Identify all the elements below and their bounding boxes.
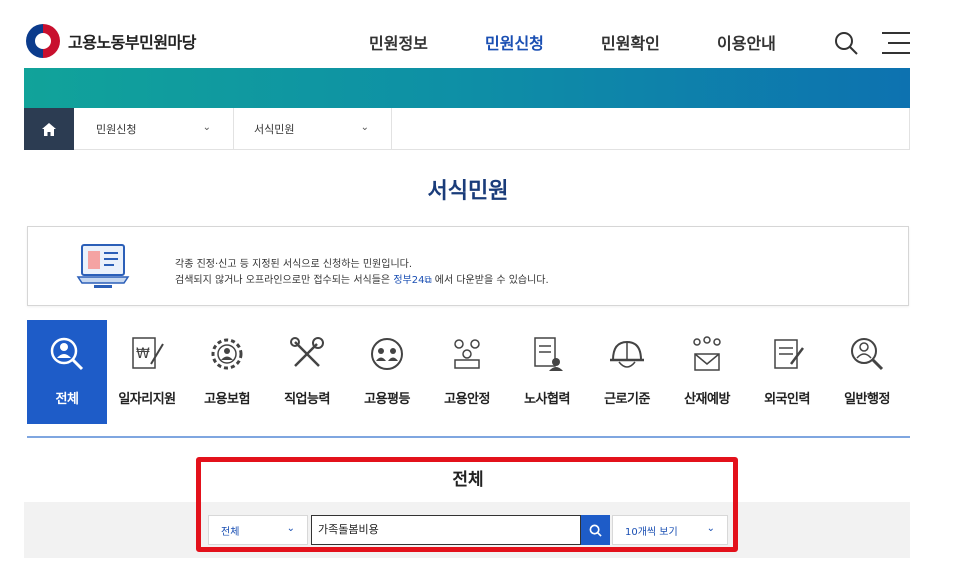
hamburger-menu-icon[interactable] xyxy=(882,30,910,56)
breadcrumb-item-form[interactable]: 서식민원 ⌄ xyxy=(234,108,392,150)
helmet-icon xyxy=(610,340,644,368)
category-stability[interactable]: 고용안정 xyxy=(427,320,507,424)
category-labor-standards[interactable]: 근로기준 xyxy=(587,320,667,424)
home-icon xyxy=(42,122,56,136)
won-document-icon: ₩ xyxy=(132,337,164,369)
category-divider xyxy=(27,436,910,438)
site-header: 고용노동부민원마당 민원정보 민원신청 민원확인 이용안내 xyxy=(0,0,953,68)
document-person-icon xyxy=(534,337,563,371)
search-icon xyxy=(589,524,602,537)
document-pen-icon xyxy=(774,339,804,369)
group-icon xyxy=(454,339,480,369)
nav-item-info[interactable]: 민원정보 xyxy=(369,30,428,54)
chevron-down-icon: ⌄ xyxy=(286,523,295,534)
category-foreign-workforce[interactable]: 외국인력 xyxy=(747,320,827,424)
breadcrumb: 민원신청 ⌄ 서식민원 ⌄ xyxy=(24,108,910,150)
chevron-down-icon: ⌄ xyxy=(706,523,715,534)
category-job-support[interactable]: ₩ 일자리지원 xyxy=(107,320,187,424)
people-mail-icon xyxy=(693,336,721,371)
nav-item-check[interactable]: 민원확인 xyxy=(601,30,660,54)
nav-item-guide[interactable]: 이용안내 xyxy=(717,30,776,54)
external-link-icon: ⧉ xyxy=(424,275,432,286)
breadcrumb-home[interactable] xyxy=(24,108,74,150)
site-name: 고용노동부민원마당 xyxy=(68,33,196,52)
taegeuk-logo-icon xyxy=(26,24,60,58)
people-circle-icon xyxy=(371,338,403,370)
category-employment-insurance[interactable]: 고용보험 xyxy=(187,320,267,424)
nav-item-apply[interactable]: 민원신청 xyxy=(485,30,544,54)
category-all[interactable]: 전체 xyxy=(27,320,107,424)
search-bar: 전체 ⌄ 가족돌봄비용 10개씩 보기 ⌄ xyxy=(24,502,910,558)
breadcrumb-item-apply[interactable]: 민원신청 ⌄ xyxy=(74,108,234,150)
page-size-select[interactable]: 10개씩 보기 ⌄ xyxy=(612,515,728,545)
category-labor-relations[interactable]: 노사협력 xyxy=(507,320,587,424)
category-equality[interactable]: 고용평등 xyxy=(347,320,427,424)
chevron-down-icon: ⌄ xyxy=(202,122,211,133)
category-general-admin[interactable]: 일반행정 xyxy=(827,320,907,424)
section-title: 전체 xyxy=(452,470,484,490)
sub-banner xyxy=(24,68,910,108)
gear-person-icon xyxy=(211,338,243,370)
search-person-icon xyxy=(851,338,884,371)
search-icon[interactable] xyxy=(833,30,859,56)
scope-select[interactable]: 전체 ⌄ xyxy=(208,515,308,545)
search-person-icon xyxy=(50,337,84,371)
category-vocational[interactable]: 직업능력 xyxy=(267,320,347,424)
monitor-form-icon xyxy=(76,244,130,288)
info-text-line1: 각종 진정·신고 등 지정된 서식으로 신청하는 민원입니다. xyxy=(175,259,413,270)
page-title: 서식민원 xyxy=(427,179,509,204)
search-input[interactable]: 가족돌봄비용 xyxy=(311,515,581,545)
tools-icon xyxy=(290,337,324,367)
search-button[interactable] xyxy=(581,515,610,545)
svg-text:₩: ₩ xyxy=(136,346,150,362)
info-box: 각종 진정·신고 등 지정된 서식으로 신청하는 민원입니다. 검색되지 않거나… xyxy=(27,226,909,306)
info-text-line2: 검색되지 않거나 오프라인으로만 접수되는 서식들은 정부24⧉ 에서 다운받을… xyxy=(175,275,549,286)
site-logo[interactable]: 고용노동부민원마당 xyxy=(26,24,196,58)
category-accident-prevention[interactable]: 산재예방 xyxy=(667,320,747,424)
category-tabs: 전체 ₩ 일자리지원 고용보험 직업능력 고용평등 고용안정 노사협력 근로기준… xyxy=(27,320,910,424)
gov24-link[interactable]: 정부24⧉ xyxy=(393,275,431,286)
chevron-down-icon: ⌄ xyxy=(360,122,369,133)
